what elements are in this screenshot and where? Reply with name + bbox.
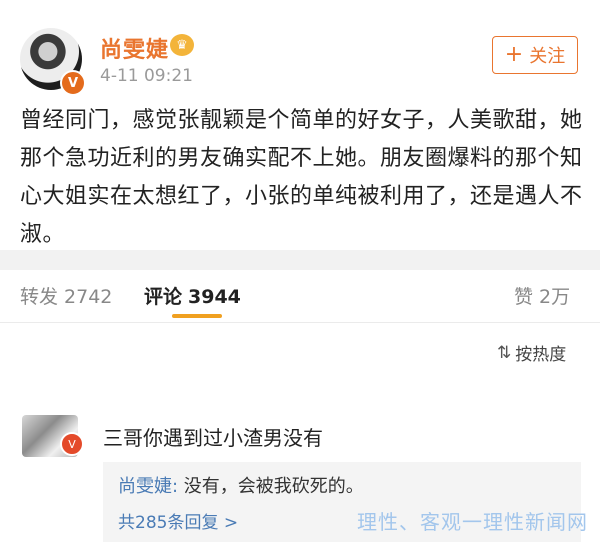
reply-count-link[interactable]: 共285条回复 >	[118, 508, 238, 533]
reply-author[interactable]: 尚雯婕:	[118, 476, 178, 497]
follow-label: 关注	[529, 46, 566, 67]
tabs-divider	[0, 322, 600, 323]
reply-line: 尚雯婕: 没有，会被我砍死的。	[118, 472, 364, 498]
tab-likes[interactable]: 赞 2万	[514, 282, 570, 309]
sort-icon: ⇅	[497, 342, 512, 363]
active-tab-indicator	[172, 314, 222, 318]
tab-comments[interactable]: 评论 3944	[144, 282, 241, 309]
comment-text: 三哥你遇到过小渣男没有	[103, 426, 323, 450]
section-divider	[0, 250, 600, 270]
sort-by-hot-button[interactable]: ⇅ 按热度	[497, 340, 567, 366]
post-time: 4-11 09:21	[100, 66, 193, 86]
verified-v-icon: V	[60, 70, 86, 96]
tab-comments-label: 评论	[144, 286, 183, 308]
tab-reposts[interactable]: 转发 2742	[20, 282, 112, 309]
reply-text: 没有，会被我砍死的。	[178, 476, 364, 497]
sort-label: 按热度	[515, 345, 567, 365]
tab-likes-label: 赞	[514, 286, 534, 308]
watermark: 理性、客观一理性新闻网	[357, 510, 588, 534]
verified-v-icon: V	[60, 432, 84, 456]
crown-icon[interactable]: ♛	[170, 34, 194, 56]
tab-reposts-label: 转发	[20, 286, 59, 308]
follow-button[interactable]: + 关注	[492, 36, 578, 74]
tab-likes-count: 2万	[539, 286, 571, 308]
plus-icon: +	[504, 42, 524, 67]
post-text: 曾经同门，感觉张靓颖是个简单的好女子，人美歌甜，她那个急功近利的男友确实配不上她…	[20, 108, 583, 247]
tab-comments-count: 3944	[188, 286, 241, 308]
tab-reposts-count: 2742	[64, 286, 113, 308]
author-name[interactable]: 尚雯婕	[100, 32, 169, 64]
